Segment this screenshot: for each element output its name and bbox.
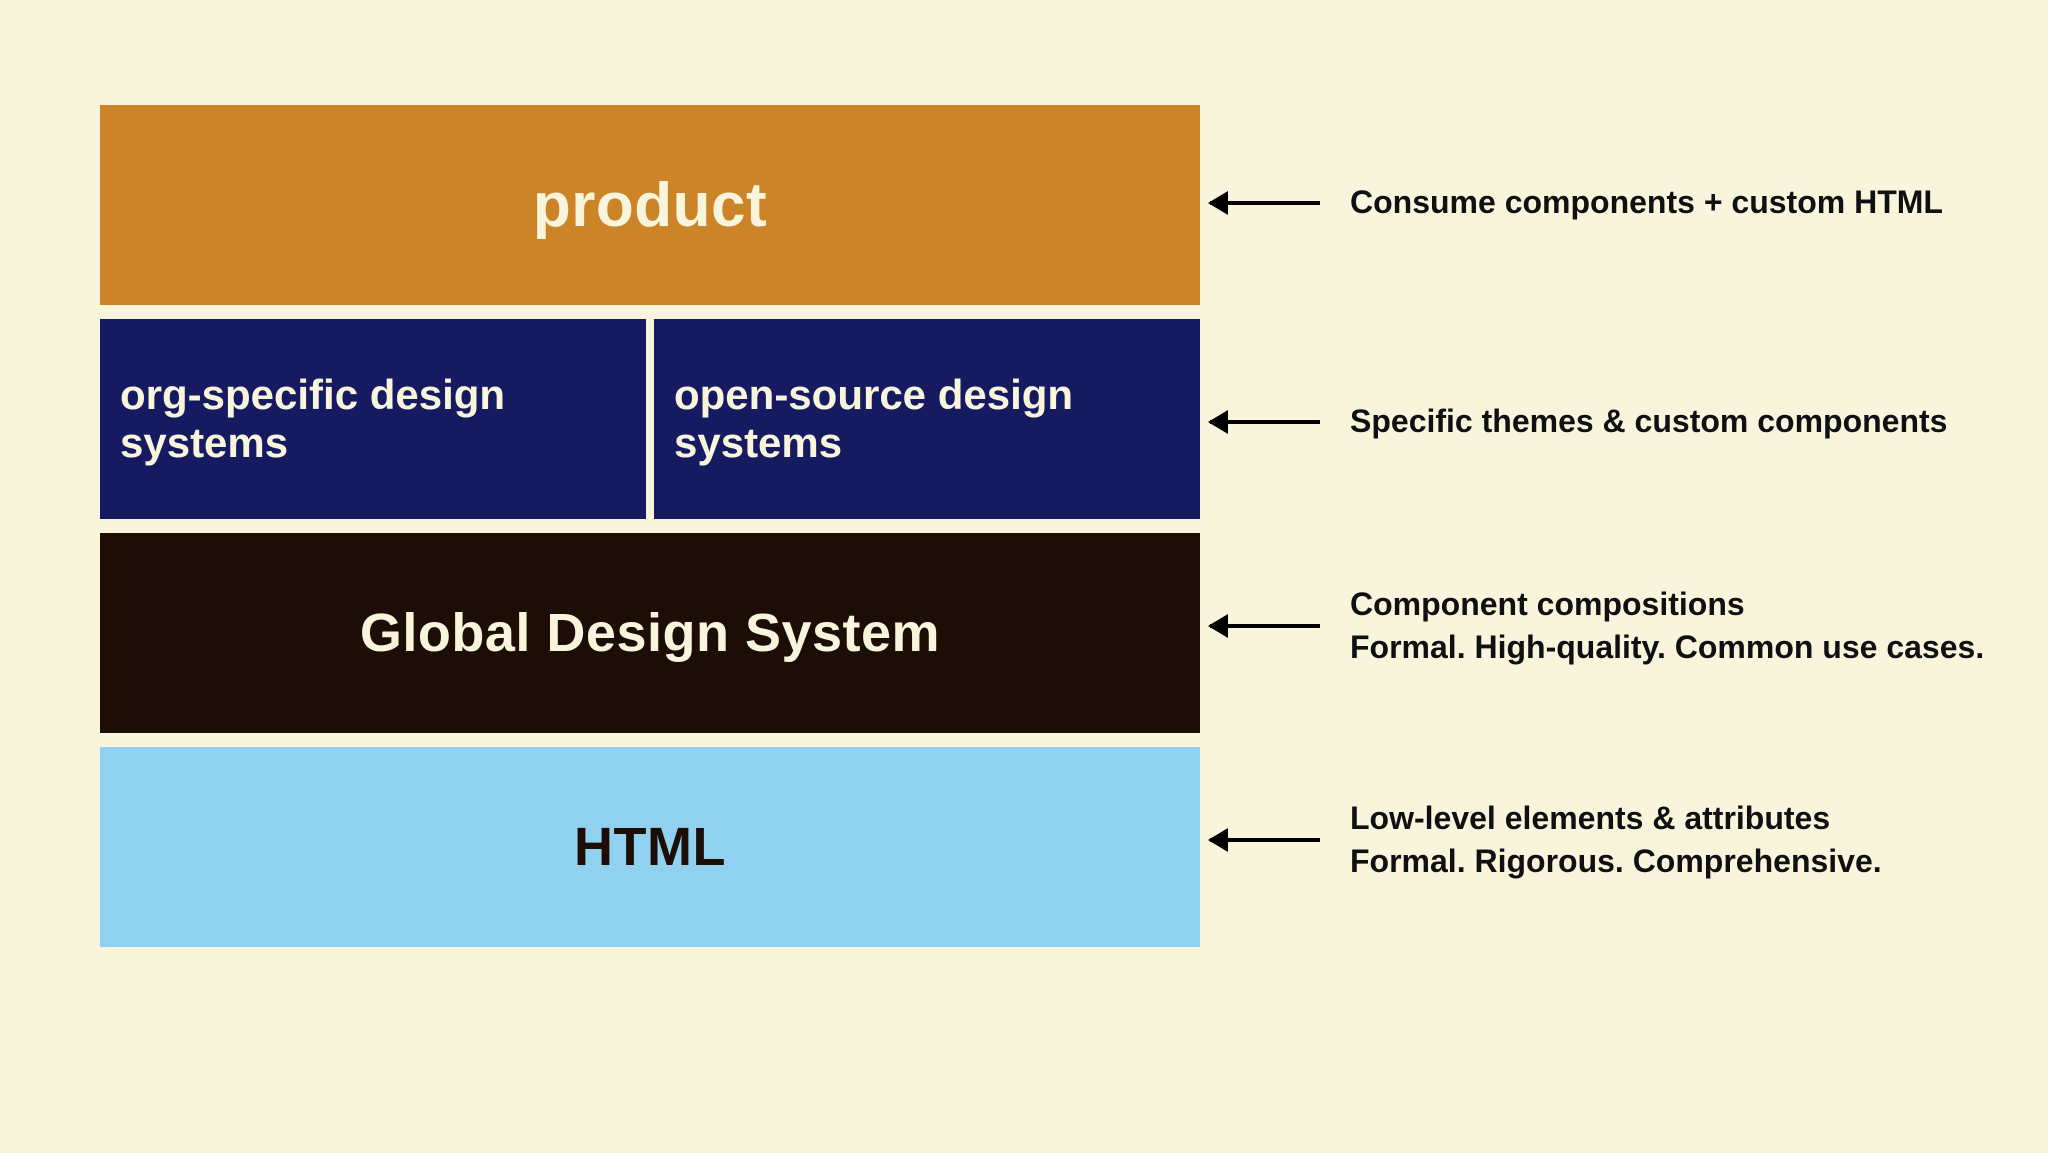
annotation-global-text: Component compositions Formal. High-qual… xyxy=(1350,583,1984,669)
box-org-specific: org-specific design systems xyxy=(100,319,646,519)
annotation-html: Low-level elements & attributes Formal. … xyxy=(1210,797,2040,883)
layer-stack: product org-specific design systems open… xyxy=(100,105,1200,947)
annotation-html-line2: Formal. Rigorous. Comprehensive. xyxy=(1350,840,1882,883)
arrow-left-icon xyxy=(1210,420,1320,424)
arrow-left-icon xyxy=(1210,201,1320,205)
annotation-design-systems: Specific themes & custom components xyxy=(1210,400,2040,443)
annotation-html-text: Low-level elements & attributes Formal. … xyxy=(1350,797,1882,883)
org-specific-label: org-specific design systems xyxy=(120,371,626,467)
annotation-global: Component compositions Formal. High-qual… xyxy=(1210,583,2040,669)
html-label: HTML xyxy=(574,816,726,878)
slide: product org-specific design systems open… xyxy=(0,0,2048,1153)
layer-global: Global Design System xyxy=(100,533,1200,733)
annotation-global-line1: Component compositions xyxy=(1350,583,1984,626)
annotation-product: Consume components + custom HTML xyxy=(1210,181,2040,224)
layer-product-label: product xyxy=(533,170,767,241)
layer-html: HTML xyxy=(100,747,1200,947)
annotation-product-text: Consume components + custom HTML xyxy=(1350,181,1943,224)
annotation-design-systems-text: Specific themes & custom components xyxy=(1350,400,1947,443)
layer-product: product xyxy=(100,105,1200,305)
open-source-label: open-source design systems xyxy=(674,371,1180,467)
global-label: Global Design System xyxy=(360,602,940,664)
annotation-global-line2: Formal. High-quality. Common use cases. xyxy=(1350,626,1984,669)
box-open-source: open-source design systems xyxy=(654,319,1200,519)
layer-design-systems: org-specific design systems open-source … xyxy=(100,319,1200,519)
annotation-html-line1: Low-level elements & attributes xyxy=(1350,797,1882,840)
arrow-left-icon xyxy=(1210,624,1320,628)
arrow-left-icon xyxy=(1210,838,1320,842)
